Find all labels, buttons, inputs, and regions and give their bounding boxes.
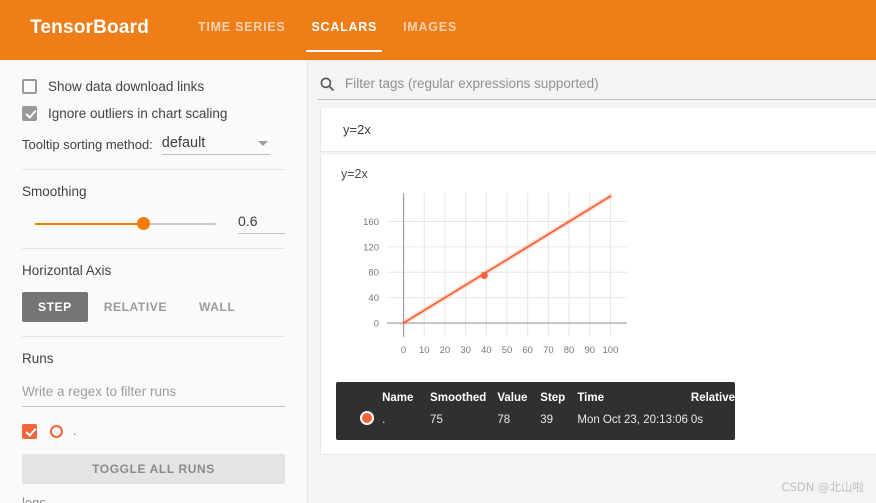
tooltip-sorting-label: Tooltip sorting method: <box>22 137 153 155</box>
svg-text:40: 40 <box>368 293 379 304</box>
horizontal-axis-section: Horizontal Axis STEP RELATIVE WALL <box>22 249 285 336</box>
svg-text:90: 90 <box>584 345 595 356</box>
smoothing-slider-thumb[interactable] <box>137 217 150 230</box>
tooltip-col-step: Step <box>540 390 577 409</box>
tag-group-title: y=2x <box>321 108 876 137</box>
tooltip-step: 39 <box>540 409 577 430</box>
tooltip-col-smoothed: Smoothed <box>430 390 497 409</box>
ignore-outliers-row[interactable]: Ignore outliers in chart scaling <box>22 101 285 125</box>
svg-text:120: 120 <box>363 242 379 253</box>
tag-group-card: y=2x <box>320 108 876 152</box>
tooltip-col-time: Time <box>577 390 691 409</box>
run-color-circle-icon <box>50 425 63 438</box>
runs-title: Runs <box>22 351 285 366</box>
tab-images[interactable]: IMAGES <box>390 0 470 60</box>
show-download-links-label: Show data download links <box>48 79 204 94</box>
horizontal-axis-title: Horizontal Axis <box>22 263 285 278</box>
svg-text:20: 20 <box>440 345 451 356</box>
tooltip-sorting-value: default <box>162 135 206 151</box>
svg-text:80: 80 <box>368 268 379 279</box>
smoothing-slider-fill <box>35 223 144 225</box>
ignore-outliers-checkbox[interactable] <box>22 106 37 121</box>
chart-title: y=2x <box>321 155 876 181</box>
app-header: TensorBoard TIME SERIES SCALARS IMAGES <box>0 0 876 60</box>
main-tabs: TIME SERIES SCALARS IMAGES <box>185 0 470 60</box>
tooltip-col-relative: Relative <box>691 390 735 409</box>
horizontal-axis-options: STEP RELATIVE WALL <box>22 292 285 322</box>
app-brand: TensorBoard <box>30 17 149 39</box>
tensorboard-app: TensorBoard TIME SERIES SCALARS IMAGES S… <box>0 0 876 503</box>
tooltip-relative: 0s <box>691 409 735 430</box>
axis-option-relative[interactable]: RELATIVE <box>88 292 183 322</box>
svg-text:0: 0 <box>401 345 406 356</box>
run-name-label: . <box>73 424 76 438</box>
tooltip-name: . <box>382 409 430 430</box>
tooltip-time: Mon Oct 23, 20:13:06 <box>577 409 691 430</box>
settings-sidebar: Show data download links Ignore outliers… <box>0 60 308 503</box>
tag-filter-bar <box>318 68 876 100</box>
show-download-links-checkbox[interactable] <box>22 79 37 94</box>
smoothing-title: Smoothing <box>22 184 285 199</box>
run-checkbox[interactable] <box>22 424 37 439</box>
tag-filter-input[interactable] <box>343 75 876 92</box>
tab-time-series[interactable]: TIME SERIES <box>185 0 298 60</box>
tooltip-col-name: Name <box>382 390 430 409</box>
show-download-links-row[interactable]: Show data download links <box>22 74 285 98</box>
tab-scalars[interactable]: SCALARS <box>298 0 390 60</box>
svg-text:160: 160 <box>363 217 379 228</box>
run-item[interactable]: . <box>22 420 285 442</box>
toggle-all-runs-button[interactable]: TOGGLE ALL RUNS <box>22 454 285 484</box>
svg-text:60: 60 <box>522 345 533 356</box>
smoothing-value[interactable]: 0.6 <box>238 213 285 234</box>
chart-tick-labels: 0 10 20 30 40 50 60 70 80 90 100 0 40 80 120 160 <box>363 217 618 356</box>
tooltip-row: . 75 78 39 Mon Oct 23, 20:13:06 0s <box>336 409 735 430</box>
svg-text:30: 30 <box>460 345 471 356</box>
svg-text:100: 100 <box>603 345 619 356</box>
chart-gridlines <box>387 193 627 337</box>
tooltip-swatch-cell <box>336 409 382 430</box>
runs-filter-input[interactable] <box>22 380 285 407</box>
svg-text:40: 40 <box>481 345 492 356</box>
tooltip-sorting-select[interactable]: default <box>162 135 270 155</box>
svg-text:50: 50 <box>502 345 513 356</box>
watermark: CSDN @北山啦 <box>782 479 864 495</box>
axis-option-step[interactable]: STEP <box>22 292 88 322</box>
tooltip-table: Name Smoothed Value Step Time Relative .… <box>336 390 735 430</box>
tooltip-col-swatch <box>336 390 382 409</box>
smoothing-slider[interactable] <box>35 223 216 225</box>
display-options-section: Show data download links Ignore outliers… <box>22 60 285 169</box>
tooltip-smoothed: 75 <box>430 409 497 430</box>
tooltip-value: 78 <box>497 409 540 430</box>
svg-text:80: 80 <box>564 345 575 356</box>
smoothing-row: 0.6 <box>22 213 285 234</box>
runs-section: Runs . TOGGLE ALL RUNS logs <box>22 337 285 503</box>
tooltip-col-value: Value <box>497 390 540 409</box>
svg-text:0: 0 <box>374 318 379 329</box>
tooltip-header-row: Name Smoothed Value Step Time Relative <box>336 390 735 409</box>
svg-text:70: 70 <box>543 345 554 356</box>
tooltip-sorting-row: Tooltip sorting method: default <box>22 135 285 155</box>
svg-text:10: 10 <box>419 345 430 356</box>
chevron-down-icon <box>258 141 268 146</box>
scalar-line-chart[interactable]: 0 10 20 30 40 50 60 70 80 90 100 0 40 80 120 160 <box>345 185 635 375</box>
chart-tooltip: Name Smoothed Value Step Time Relative .… <box>336 382 735 440</box>
axis-option-wall[interactable]: WALL <box>183 292 251 322</box>
search-icon <box>318 75 336 93</box>
ignore-outliers-label: Ignore outliers in chart scaling <box>48 106 227 121</box>
series-color-dot-icon <box>360 411 374 425</box>
logs-label: logs <box>22 495 285 503</box>
smoothing-section: Smoothing 0.6 <box>22 170 285 248</box>
